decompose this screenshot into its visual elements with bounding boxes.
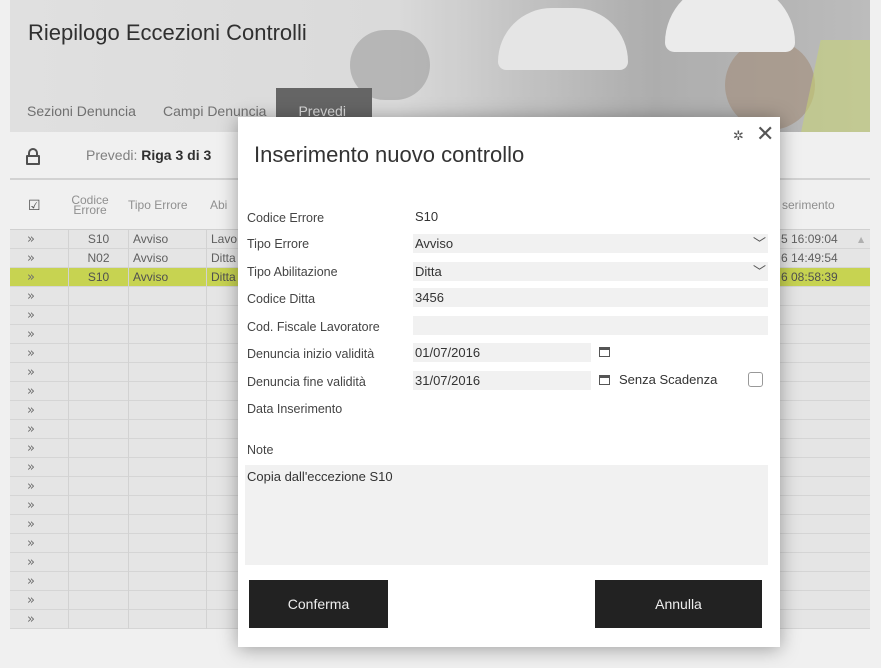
new-control-dialog: Inserimento nuovo controllo ✲ ✕ Codice E… [238, 117, 780, 647]
tipo-abilitazione-select[interactable]: Ditta ﹀ [413, 262, 768, 281]
label-cod-fiscale: Cod. Fiscale Lavoratore [247, 320, 380, 334]
calendar-icon[interactable] [599, 347, 610, 357]
codice-ditta-input[interactable]: 3456 [413, 288, 768, 307]
tipo-abilitazione-value: Ditta [415, 264, 442, 279]
inizio-validita-input[interactable]: 01/07/2016 [413, 343, 591, 362]
chevron-down-icon[interactable]: ﹀ [753, 262, 766, 281]
cod-fiscale-input[interactable] [413, 316, 768, 335]
codice-errore-value: S10 [413, 207, 768, 226]
label-tipo-abilitazione: Tipo Abilitazione [247, 265, 338, 279]
label-note: Note [247, 443, 274, 457]
label-inizio-validita: Denuncia inizio validità [247, 347, 375, 361]
fine-validita-input[interactable]: 31/07/2016 [413, 371, 591, 390]
chevron-down-icon[interactable]: ﹀ [753, 234, 766, 253]
tipo-errore-select[interactable]: Avviso ﹀ [413, 234, 768, 253]
label-tipo-errore: Tipo Errore [247, 237, 310, 251]
cancel-button[interactable]: Annulla [595, 580, 762, 628]
senza-scadenza-label: Senza Scadenza [619, 372, 718, 387]
tipo-errore-value: Avviso [415, 236, 454, 251]
confirm-button[interactable]: Conferma [249, 580, 388, 628]
data-inserimento-value [413, 398, 768, 417]
label-codice-errore: Codice Errore [247, 211, 325, 225]
note-textarea[interactable]: Copia dall'eccezione S10 [245, 465, 768, 565]
close-icon[interactable]: ✕ [756, 122, 774, 147]
label-fine-validita: Denuncia fine validità [247, 375, 366, 389]
bug-icon[interactable]: ✲ [733, 129, 744, 144]
dialog-title: Inserimento nuovo controllo [254, 142, 525, 167]
senza-scadenza-checkbox[interactable] [748, 372, 763, 387]
label-codice-ditta: Codice Ditta [247, 292, 316, 306]
calendar-icon[interactable] [599, 375, 610, 385]
label-data-inserimento: Data Inserimento [247, 402, 343, 416]
